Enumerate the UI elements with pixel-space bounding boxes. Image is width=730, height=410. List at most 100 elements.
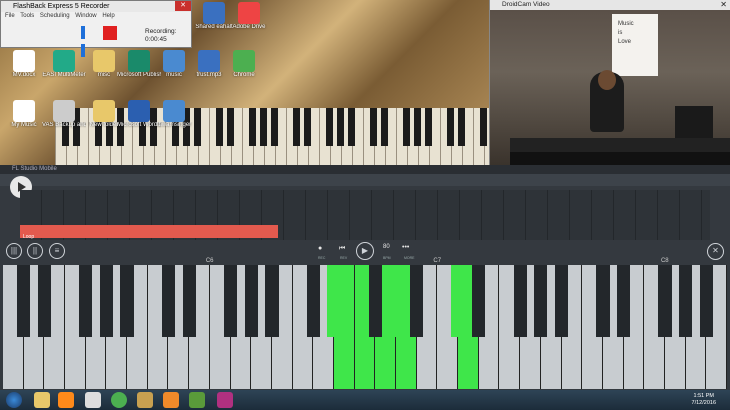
system-clock[interactable]: 1:51 PM 7/12/2016 <box>692 393 716 407</box>
poster-line: Love <box>618 39 632 45</box>
chrome-icon[interactable] <box>111 392 127 408</box>
desktop-icon[interactable]: Chrome <box>222 50 266 79</box>
menu-window[interactable]: Window <box>75 13 96 19</box>
more-icon[interactable]: ••• <box>402 244 409 251</box>
black-key[interactable] <box>306 265 320 337</box>
black-key[interactable] <box>182 265 196 337</box>
black-key[interactable] <box>616 265 631 337</box>
close-icon[interactable]: ✕ <box>720 0 727 10</box>
desktop-icon[interactable]: MV.docx <box>2 50 46 79</box>
pause-button[interactable] <box>81 26 94 57</box>
menu-file[interactable]: File <box>5 13 15 19</box>
menu-scheduling[interactable]: Scheduling <box>40 13 70 19</box>
black-key[interactable] <box>699 265 713 337</box>
wallpaper-black-key <box>458 108 465 146</box>
desktop-icon[interactable]: Adobe Drive <box>227 2 271 31</box>
keyboard-instrument <box>510 138 730 152</box>
play-transport-button[interactable]: ▶ <box>356 242 374 260</box>
black-key[interactable] <box>37 265 51 337</box>
wallpaper-key-line <box>209 108 210 165</box>
flashback-title: FlashBack Express 5 Recorder <box>13 3 110 10</box>
desktop-icon[interactable]: VAS Backup and Restore <box>42 100 86 129</box>
desktop-icon[interactable]: EASI MultiMeter <box>42 50 86 79</box>
wallpaper-black-key <box>348 108 355 146</box>
timeline-ruler[interactable] <box>0 174 730 186</box>
file-icon <box>53 100 75 122</box>
wallpaper-black-key <box>447 108 454 146</box>
flashback-icon[interactable] <box>217 392 233 408</box>
black-key[interactable] <box>120 265 134 337</box>
black-key[interactable] <box>451 265 465 337</box>
recording-status: Recording: 0:00:45 <box>145 28 176 44</box>
bpm-value[interactable]: 80 <box>383 244 390 250</box>
black-key[interactable] <box>79 265 93 337</box>
folder-icon[interactable] <box>137 392 153 408</box>
app-icon[interactable] <box>85 392 101 408</box>
fl-title: FL Studio Mobile <box>0 165 730 174</box>
media-player-icon[interactable] <box>58 392 74 408</box>
pads-icon[interactable]: || <box>27 243 43 259</box>
desktop-icon-label: Chrome <box>233 72 255 78</box>
control-bar: ||| || ≡ ● REC ⏮ REV ▶ 80 BPM ••• MORE ✕ <box>0 241 730 263</box>
file-icon <box>238 2 260 24</box>
wallpaper-black-key <box>414 108 421 146</box>
piano-roll-icon[interactable]: ||| <box>6 243 22 259</box>
droidcam-icon[interactable] <box>189 392 205 408</box>
wall-poster: Music is Love <box>612 14 658 76</box>
piano-keyboard[interactable]: C6 C7 C8 <box>3 258 727 389</box>
flashback-window: FlashBack Express 5 Recorder ✕ File Tool… <box>0 0 192 57</box>
black-key[interactable] <box>554 265 569 337</box>
wallpaper-black-key <box>381 108 388 146</box>
black-key[interactable] <box>410 265 424 337</box>
menu-help[interactable]: Help <box>102 13 114 19</box>
start-button[interactable] <box>6 392 22 408</box>
octave-label: C8 <box>660 258 669 264</box>
black-key[interactable] <box>658 265 672 337</box>
desktop-icon-label: thwarnsinger <box>156 122 192 128</box>
file-icon <box>13 100 35 122</box>
desktop-icon-label: My Music <box>11 122 37 128</box>
black-key[interactable] <box>161 265 176 337</box>
flashback-menu: File Tools Scheduling Window Help <box>1 12 191 21</box>
file-icon <box>93 50 115 72</box>
black-key[interactable] <box>389 265 403 337</box>
black-key[interactable] <box>223 265 238 337</box>
record-label: REC <box>318 256 326 260</box>
black-key[interactable] <box>327 265 341 337</box>
black-key[interactable] <box>368 265 382 337</box>
wallpaper-key-line <box>473 108 474 165</box>
black-key[interactable] <box>513 265 527 337</box>
wallpaper-black-key <box>304 108 311 146</box>
black-key[interactable] <box>244 265 258 337</box>
pattern-clip[interactable]: Loop <box>20 225 278 240</box>
desktop-icon[interactable]: My Music <box>2 100 46 129</box>
rewind-icon[interactable]: ⏮ <box>339 245 345 253</box>
fl-studio-icon[interactable] <box>163 392 179 408</box>
file-icon <box>128 50 150 72</box>
wallpaper-black-key <box>260 108 267 146</box>
octave-label: C6 <box>205 258 214 264</box>
black-key[interactable] <box>17 265 31 337</box>
menu-icon[interactable]: ≡ <box>49 243 65 259</box>
stop-button[interactable] <box>103 26 117 40</box>
file-icon <box>163 50 185 72</box>
file-icon <box>163 100 185 122</box>
desktop-icon-label: Adobe Drive <box>232 24 266 30</box>
black-key[interactable] <box>534 265 548 337</box>
laptop <box>675 106 713 140</box>
menu-tools[interactable]: Tools <box>20 13 34 19</box>
close-keyboard-button[interactable]: ✕ <box>707 243 724 260</box>
close-icon[interactable]: ✕ <box>175 1 191 11</box>
black-key[interactable] <box>596 265 610 337</box>
black-key[interactable] <box>265 265 279 337</box>
black-key[interactable] <box>679 265 693 337</box>
desktop-icon[interactable]: thwarnsinger <box>152 100 196 129</box>
black-key[interactable] <box>99 265 114 337</box>
recording-time: 0:00:45 <box>145 36 167 43</box>
clock-date: 7/12/2016 <box>691 400 716 406</box>
explorer-icon[interactable] <box>34 392 50 408</box>
record-icon[interactable]: ● <box>318 245 322 252</box>
wallpaper-key-line <box>440 108 441 165</box>
poster-line: Music <box>618 21 634 27</box>
black-key[interactable] <box>472 265 486 337</box>
